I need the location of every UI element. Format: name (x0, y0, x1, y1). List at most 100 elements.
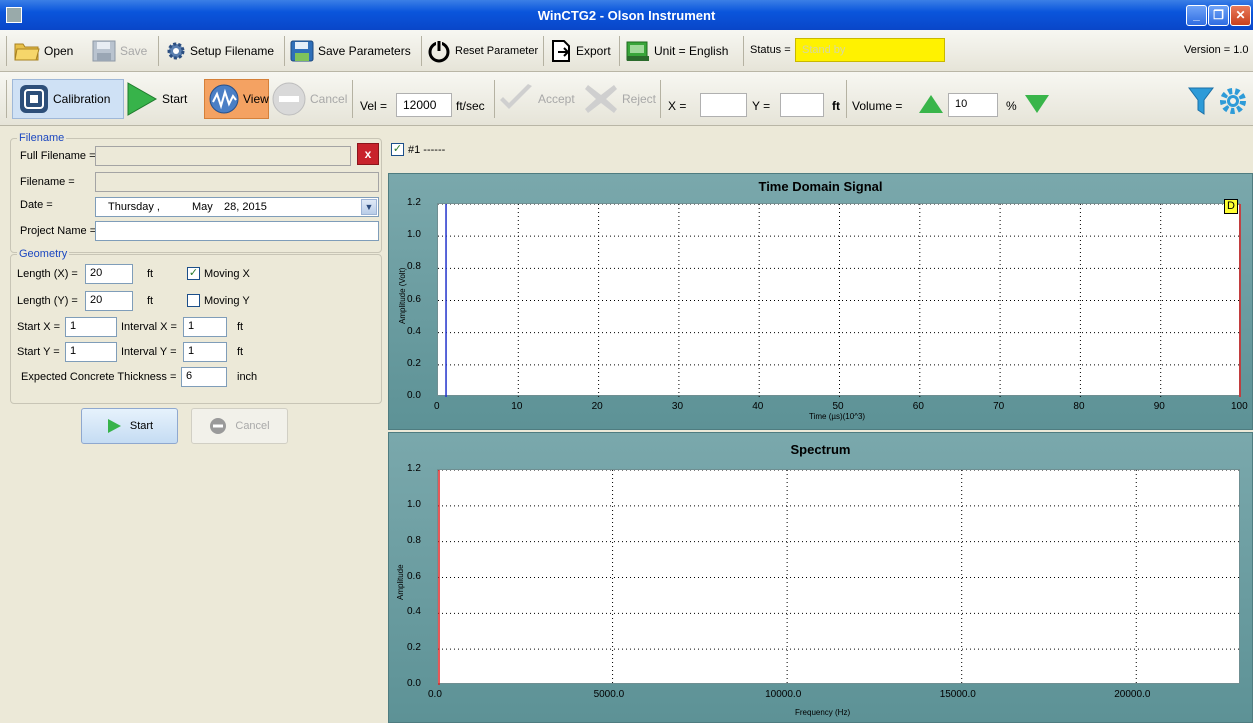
series-1-checkbox[interactable]: ✓ (391, 143, 404, 156)
filename-label: Filename = (20, 176, 75, 188)
minimize-button[interactable]: _ (1186, 5, 1207, 26)
version-label: Version = 1.0 (1184, 44, 1249, 56)
y-tick-label: 0.2 (407, 642, 421, 654)
x-tick-label: 80 (1073, 401, 1085, 412)
project-name-input[interactable] (95, 221, 379, 241)
y-tick-label: 1.0 (407, 498, 421, 510)
start-y-input[interactable]: 1 (65, 342, 117, 362)
x-tick-label: 90 (1153, 401, 1165, 412)
export-button[interactable]: Export (550, 37, 611, 65)
volume-up-icon[interactable] (918, 94, 944, 114)
floppy-disk-icon (92, 40, 116, 62)
title-bar: WinCTG2 - Olson Instrument _ ❐ ✕ (0, 0, 1253, 30)
checkmark-icon (500, 84, 532, 109)
chevron-down-icon[interactable]: ▼ (361, 199, 377, 215)
ruler-icon (626, 41, 649, 61)
length-y-unit: ft (147, 295, 154, 307)
start-x-input[interactable]: 1 (65, 317, 117, 337)
y-input[interactable] (780, 93, 824, 117)
vel-unit: ft/sec (456, 99, 485, 113)
spectrum-ylabel: Amplitude (396, 564, 405, 600)
maximize-button[interactable]: ❐ (1208, 5, 1229, 26)
moving-x-checkbox[interactable]: ✓ (187, 267, 200, 280)
y-tick-label: 0.2 (407, 357, 421, 369)
x-tick-label: 5000.0 (593, 689, 625, 700)
thickness-input[interactable]: 6 (181, 367, 227, 387)
volume-down-icon[interactable] (1024, 94, 1050, 114)
x-tick-label: 10 (511, 401, 523, 412)
interval-x-unit: ft (237, 321, 244, 333)
y-label: Y = (752, 99, 771, 113)
x-input[interactable] (700, 93, 747, 117)
reject-button[interactable]: Reject (584, 79, 656, 119)
date-day: Thursday , (108, 201, 160, 213)
vel-label: Vel = (360, 99, 388, 113)
length-x-unit: ft (147, 268, 154, 280)
interval-y-unit: ft (237, 346, 244, 358)
length-y-input[interactable]: 20 (85, 291, 133, 311)
start-toolbar-button[interactable]: Start (126, 79, 187, 119)
play-icon (127, 82, 158, 116)
clear-filename-button[interactable]: x (357, 143, 379, 165)
interval-y-input[interactable]: 1 (183, 342, 227, 362)
settings-gear-icon[interactable] (1218, 86, 1248, 116)
x-tick-label: 40 (752, 401, 764, 412)
calibration-button[interactable]: Calibration (12, 79, 124, 119)
filename-legend: Filename (17, 132, 67, 144)
power-icon (428, 40, 450, 63)
open-button[interactable]: Open (14, 37, 73, 65)
filename-group: Filename Full Filename = x Filename = Da… (10, 132, 382, 253)
stop-icon (210, 418, 227, 434)
y-tick-label: 1.2 (407, 197, 421, 208)
spectrum-title: Spectrum (790, 442, 851, 457)
date-rest: 28, 2015 (224, 201, 267, 213)
setup-filename-button[interactable]: Setup Filename (166, 37, 274, 65)
cancel-toolbar-button[interactable]: Cancel (272, 79, 347, 119)
length-x-input[interactable]: 20 (85, 264, 133, 284)
filename-input[interactable] (95, 172, 379, 192)
xy-unit: ft (832, 99, 840, 113)
play-icon (107, 419, 121, 433)
time-domain-title: Time Domain Signal (758, 179, 883, 194)
full-filename-label: Full Filename = (20, 150, 96, 162)
y-tick-label: 0.6 (407, 293, 421, 305)
volume-input[interactable]: 10 (948, 93, 998, 117)
status-field: Stand by (795, 38, 945, 62)
x-label: X = (668, 99, 687, 113)
waveform-icon (209, 84, 239, 114)
save-parameters-button[interactable]: Save Parameters (290, 37, 411, 65)
measurement-toolbar: Calibration Start View Cancel Vel = 1200… (0, 72, 1253, 126)
time-domain-ylabel: Amplitude (Volt) (398, 267, 407, 324)
x-tick-label: 10000.0 (765, 689, 802, 700)
interval-x-label: Interval X = (121, 321, 177, 333)
save-button[interactable]: Save (92, 37, 147, 65)
cancel-button[interactable]: Cancel (191, 408, 288, 444)
interval-x-input[interactable]: 1 (183, 317, 227, 337)
date-picker[interactable]: Thursday , May 28, 2015 ▼ (95, 197, 379, 217)
d-marker[interactable]: D (1224, 199, 1238, 214)
reset-parameter-button[interactable]: Reset Parameter (427, 37, 538, 65)
y-tick-label: 1.2 (407, 463, 421, 474)
view-button[interactable]: View (204, 79, 269, 119)
calibration-icon (20, 85, 48, 113)
y-tick-label: 0.0 (407, 678, 421, 689)
moving-x-label: Moving X (204, 268, 250, 280)
thickness-label: Expected Concrete Thickness = (21, 371, 177, 383)
full-filename-input[interactable] (95, 146, 351, 166)
volume-label: Volume = (852, 99, 903, 113)
start-button[interactable]: Start (81, 408, 178, 444)
y-tick-label: 0.4 (407, 606, 421, 618)
accept-button[interactable]: Accept (498, 79, 575, 119)
y-tick-label: 0.8 (407, 261, 421, 273)
vel-input[interactable]: 12000 (396, 93, 452, 117)
date-label: Date = (20, 199, 53, 211)
filter-icon[interactable] (1188, 86, 1214, 116)
moving-y-checkbox[interactable] (187, 294, 200, 307)
close-button[interactable]: ✕ (1230, 5, 1251, 26)
time-domain-plot[interactable]: D (437, 199, 1241, 397)
spectrum-plot[interactable] (437, 469, 1241, 685)
start-y-label: Start Y = (17, 346, 60, 358)
length-y-label: Length (Y) = (17, 295, 78, 307)
unit-button[interactable]: Unit = English (626, 37, 728, 65)
stop-icon (272, 82, 306, 116)
